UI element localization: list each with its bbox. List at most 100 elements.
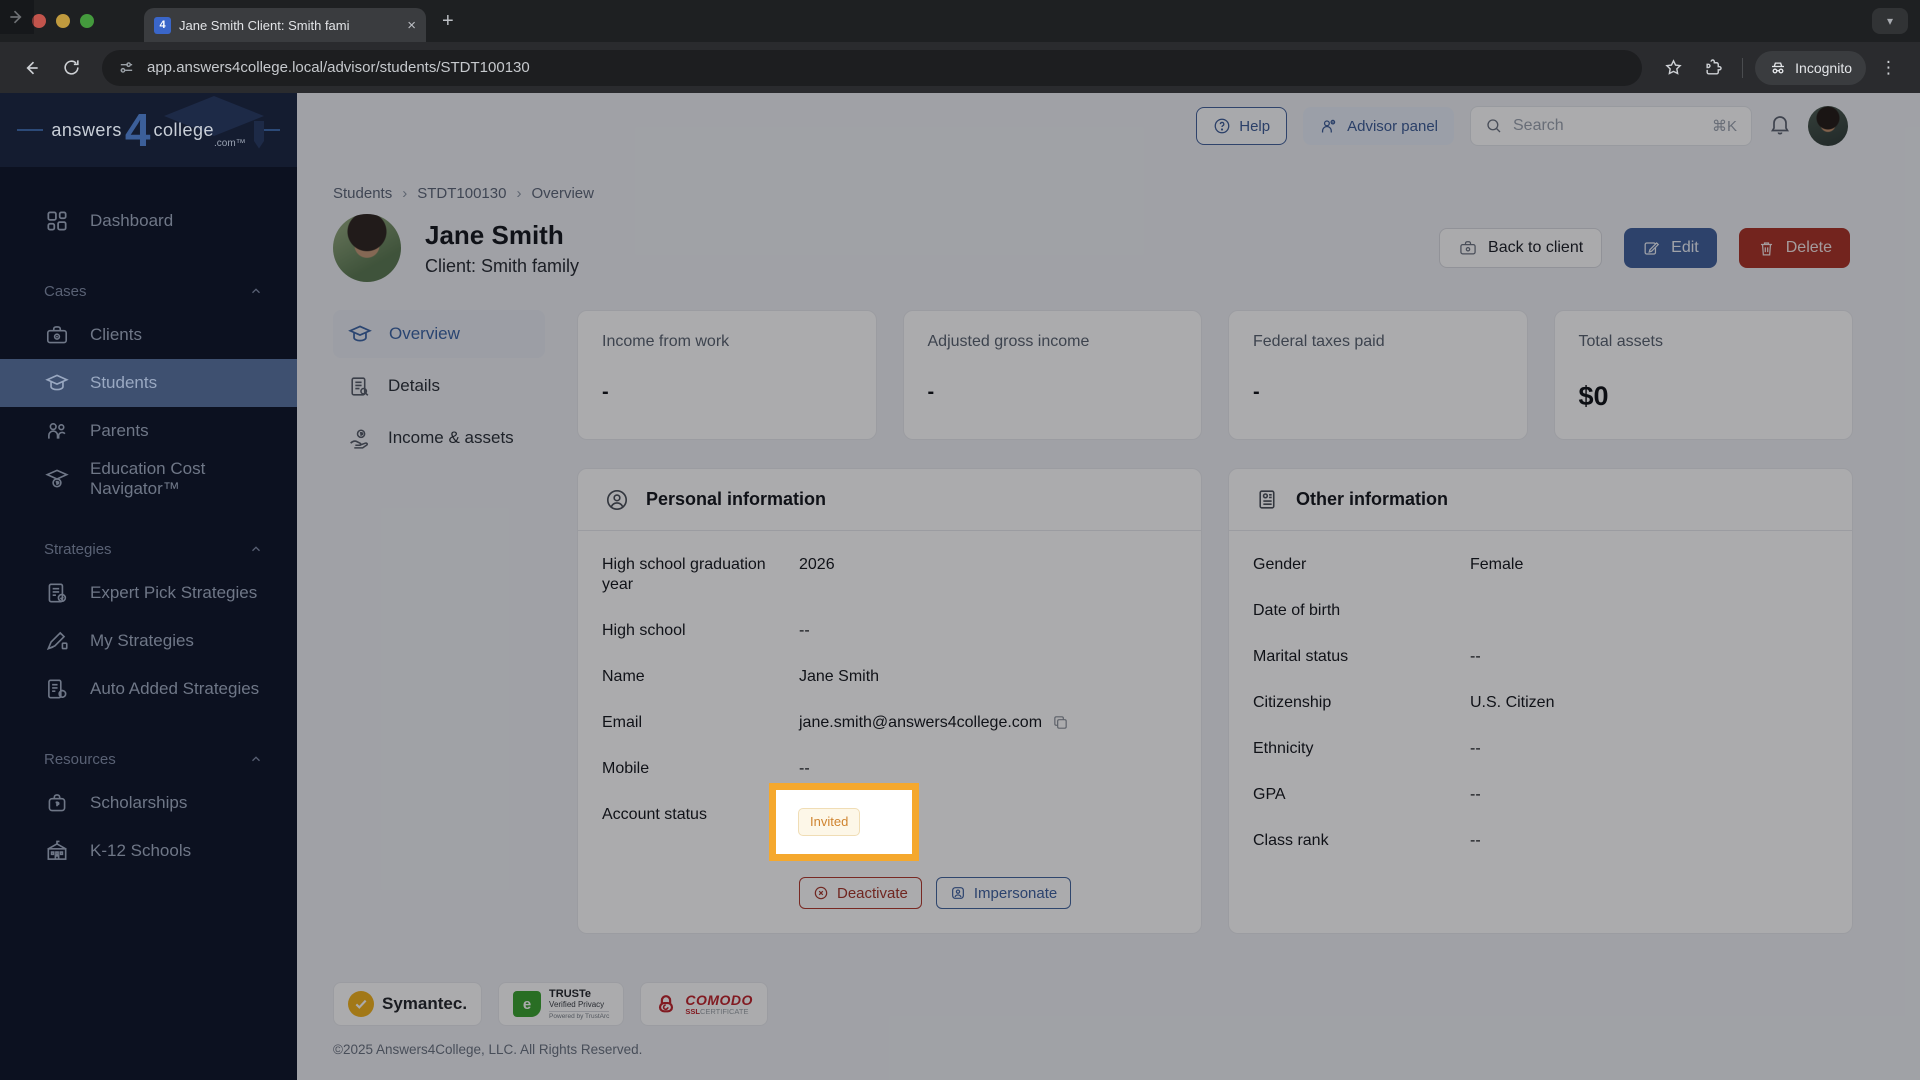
row-label: Marital status [1253, 648, 1349, 665]
site-settings-icon[interactable] [118, 59, 135, 76]
logo-text-answers: answers [51, 119, 122, 140]
search-box[interactable]: ⌘K [1470, 106, 1752, 146]
stat-value: $0 [1578, 381, 1609, 411]
copyright-text: ©2025 Answers4College, LLC. All Rights R… [333, 1042, 643, 1057]
info-row: High school -- [602, 621, 1177, 641]
stat-label: Income from work [602, 333, 730, 350]
deactivate-label: Deactivate [837, 884, 908, 902]
breadcrumb-overview[interactable]: Overview [531, 185, 594, 202]
logo-text-com: .com™ [214, 138, 246, 149]
chevron-up-icon [252, 288, 260, 294]
info-row: Citizenship U.S. Citizen [1253, 693, 1828, 713]
logo-line-left [17, 129, 44, 131]
school-building-icon [47, 840, 67, 860]
browser-tab-bar: 4 Jane Smith Client: Smith fami × + ▾ [0, 0, 1920, 42]
row-label: Citizenship [1253, 694, 1332, 711]
sidebar-item-label: Parents [90, 421, 149, 440]
panel-title: Other information [1296, 489, 1448, 509]
sidebar-item-label: K-12 Schools [90, 841, 192, 860]
notifications-bell-icon[interactable] [1768, 112, 1792, 141]
info-row: Marital status -- [1253, 647, 1828, 667]
back-to-client-button[interactable]: Back to client [1439, 228, 1603, 268]
bookmark-star-icon[interactable] [1656, 51, 1690, 85]
sidebar-section-cases[interactable]: Cases [0, 271, 297, 311]
other-information-panel: Other information Gender Female Date of … [1228, 468, 1853, 934]
sidebar-item-parents[interactable]: Parents [0, 407, 297, 455]
sidebar-item-label: Auto Added Strategies [90, 679, 260, 698]
minimize-window-button[interactable] [56, 14, 70, 28]
impersonate-button[interactable]: Impersonate [935, 877, 1072, 909]
info-row: Name Jane Smith [602, 667, 1177, 687]
app-logo[interactable]: answers 4 college .com™ [0, 93, 297, 167]
row-value: -- [1470, 648, 1481, 665]
sidebar-item-students[interactable]: Students [0, 359, 297, 407]
delete-button[interactable]: Delete [1738, 228, 1850, 268]
sidebar-item-k12-schools[interactable]: K-12 Schools [0, 827, 297, 875]
row-value: Female [1470, 556, 1524, 573]
sidebar-nav: Dashboard Cases Clients Students Parents [0, 167, 297, 875]
sidebar-section-strategies[interactable]: Strategies [0, 529, 297, 569]
stat-value: - [927, 381, 935, 403]
sidebar-item-auto-added-strategies[interactable]: Auto Added Strategies [0, 665, 297, 713]
tab-close-icon[interactable]: × [407, 18, 416, 33]
sidebar-item-my-strategies[interactable]: My Strategies [0, 617, 297, 665]
symantec-label: Symantec. [382, 994, 468, 1013]
row-label: Class rank [1253, 832, 1329, 849]
extensions-icon[interactable] [1696, 51, 1730, 85]
row-value: U.S. Citizen [1470, 694, 1555, 711]
info-row: Ethnicity -- [1253, 739, 1828, 759]
truste-shield-icon: e [513, 991, 542, 1017]
close-window-button[interactable] [32, 14, 46, 28]
breadcrumb-student-id[interactable]: STDT100130 [417, 185, 506, 202]
advisor-panel-button[interactable]: Advisor panel [1303, 107, 1454, 145]
sidebar-item-expert-pick-strategies[interactable]: Expert Pick Strategies [0, 569, 297, 617]
tab-search-chevron-icon[interactable]: ▾ [1872, 8, 1908, 34]
url-bar[interactable]: app.answers4college.local/advisor/studen… [102, 49, 1643, 86]
sidebar-item-label: Expert Pick Strategies [90, 583, 258, 602]
copy-icon[interactable] [1052, 714, 1069, 731]
breadcrumb-students[interactable]: Students [333, 185, 392, 202]
tab-income-assets[interactable]: Income & assets [333, 414, 545, 462]
edit-label: Edit [1671, 239, 1699, 256]
row-label: GPA [1253, 786, 1286, 803]
sidebar-item-scholarships[interactable]: Scholarships [0, 779, 297, 827]
stat-federal-taxes-paid: Federal taxes paid - [1228, 310, 1528, 440]
url-text[interactable]: app.answers4college.local/advisor/studen… [147, 59, 530, 76]
section-label: Strategies [44, 540, 112, 558]
page-title: Jane Smith [425, 219, 564, 250]
tab-overview[interactable]: Overview [333, 310, 545, 358]
row-label: Date of birth [1253, 602, 1341, 619]
back-icon[interactable] [14, 51, 48, 85]
comodo-certificate: CERTIFICATE [699, 1006, 749, 1016]
search-input[interactable] [1513, 117, 1702, 135]
reload-icon[interactable] [54, 51, 88, 85]
pen-icon [46, 631, 68, 651]
page-subtitle: Client: Smith family [425, 255, 580, 276]
user-avatar[interactable] [1808, 106, 1848, 146]
browser-menu-icon[interactable]: ⋮ [1872, 51, 1906, 85]
comodo-lock-icon [659, 995, 674, 1013]
help-button[interactable]: Help [1196, 107, 1288, 145]
tab-label: Details [388, 376, 440, 395]
annotation-highlight-box: Invited [769, 783, 919, 861]
sidebar-item-dashboard[interactable]: Dashboard [0, 197, 297, 245]
sidebar-item-clients[interactable]: Clients [0, 311, 297, 359]
stat-adjusted-gross-income: Adjusted gross income - [902, 310, 1202, 440]
sidebar-section-resources[interactable]: Resources [0, 739, 297, 779]
browser-tab[interactable]: 4 Jane Smith Client: Smith fami × [144, 8, 426, 42]
section-label: Cases [44, 282, 87, 300]
info-row: Date of birth [1253, 601, 1828, 621]
sidebar-item-label: Scholarships [90, 793, 188, 812]
new-tab-icon[interactable]: + [442, 10, 454, 33]
logo-text-4: 4 [124, 104, 151, 156]
edit-button[interactable]: Edit [1624, 228, 1717, 268]
tab-details[interactable]: Details [333, 362, 545, 410]
deactivate-button[interactable]: Deactivate [799, 877, 922, 909]
search-icon [1487, 119, 1501, 133]
sidebar-item-label: My Strategies [90, 631, 194, 650]
sidebar-item-education-cost-navigator[interactable]: Education Cost Navigator™ [0, 455, 297, 503]
trash-icon [1760, 241, 1772, 255]
comodo-badge: COMODO SSLCERTIFICATE [640, 982, 768, 1026]
zoom-window-button[interactable] [80, 14, 94, 28]
browser-toolbar: app.answers4college.local/advisor/studen… [0, 0, 1920, 93]
